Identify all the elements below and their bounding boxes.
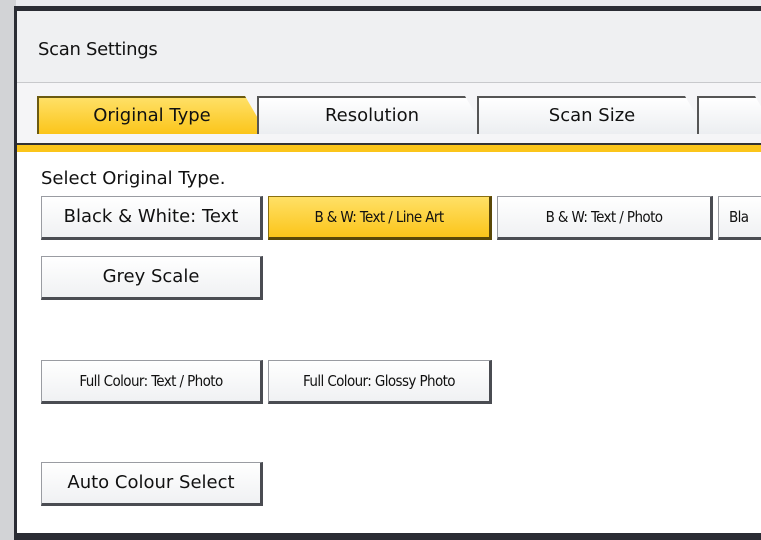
- scan-settings-screen: Scan Settings Original Type Resolution S…: [0, 0, 761, 540]
- tab-label: Original Type: [93, 105, 211, 126]
- full-colour-glossy-photo-button[interactable]: Full Colour: Glossy Photo: [268, 360, 492, 404]
- tab-underline: [17, 143, 761, 152]
- grey-scale-button[interactable]: Grey Scale: [41, 256, 263, 300]
- bw-text-photo-button[interactable]: B & W: Text / Photo: [497, 196, 713, 240]
- instruction-text: Select Original Type.: [41, 168, 226, 189]
- tab-label: Scan Size: [548, 105, 636, 126]
- window-title: Scan Settings: [38, 39, 158, 60]
- bw-extra-button-partial[interactable]: Bla: [718, 196, 761, 240]
- bottom-frame: [14, 533, 761, 540]
- auto-colour-select-button[interactable]: Auto Colour Select: [41, 462, 263, 506]
- tab-original-type[interactable]: Original Type: [37, 96, 267, 134]
- full-colour-text-photo-button[interactable]: Full Colour: Text / Photo: [41, 360, 263, 404]
- tab-label: Resolution: [324, 105, 420, 126]
- tab-next-partial[interactable]: [697, 96, 761, 134]
- original-type-panel: Select Original Type. Black & White: Tex…: [17, 152, 761, 533]
- tab-scan-size[interactable]: Scan Size: [477, 96, 707, 134]
- title-bar: Scan Settings: [17, 11, 761, 83]
- bw-text-line-art-button[interactable]: B & W: Text / Line Art: [268, 196, 492, 240]
- tab-resolution[interactable]: Resolution: [257, 96, 487, 134]
- bw-text-button[interactable]: Black & White: Text: [41, 196, 263, 240]
